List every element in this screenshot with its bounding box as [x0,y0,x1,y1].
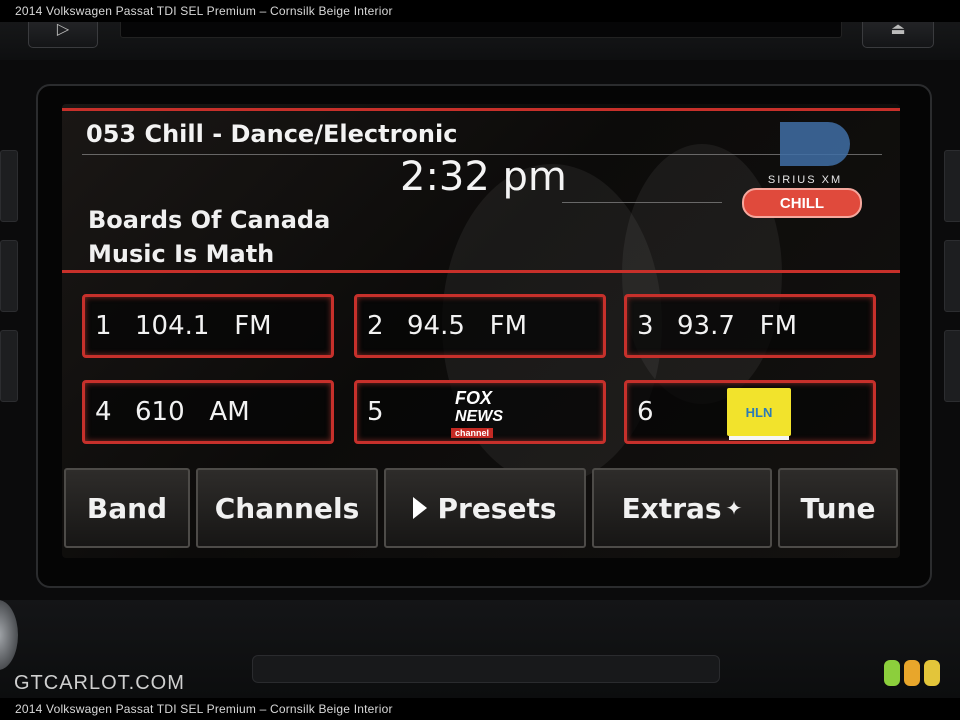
hln-logo-text: HLN [745,404,773,420]
preset-frequency: 610 AM [135,397,250,427]
artist-name: Boards Of Canada [88,206,331,234]
right-hardware-key-2[interactable] [944,240,960,312]
right-hardware-key-1[interactable] [944,150,960,222]
preset-frequency: 93.7 FM [677,311,798,341]
watermark: GTCARLOT.COM [14,672,185,694]
clock-divider [562,202,722,203]
image-caption-top: 2014 Volkswagen Passat TDI SEL Premium –… [0,0,960,22]
left-hardware-key-1[interactable] [0,150,18,222]
preset-number: 6 [637,397,654,427]
tune-button[interactable]: Tune [778,468,898,548]
preset-4-button[interactable]: 4 610 AM [82,380,334,444]
band-label: Band [86,491,168,525]
station-name: 053 Chill - Dance/Electronic [86,120,458,148]
preset-5-button[interactable]: 5 FOX NEWS channel [354,380,606,444]
left-hardware-key-3[interactable] [0,330,18,402]
dog-icon: ✦ [725,496,743,520]
preset-number: 5 [367,397,384,427]
green-dot-icon [884,660,900,686]
fox-news-logo-line3: channel [451,428,494,438]
orange-dot-icon [904,660,920,686]
extras-label: Extras [621,491,722,525]
preset-2-button[interactable]: 2 94.5 FM [354,294,606,358]
fox-news-logo-line1: FOX [455,388,493,408]
channels-button[interactable]: Channels [196,468,378,548]
presets-button[interactable]: Presets [384,468,586,548]
preset-3-button[interactable]: 3 93.7 FM [624,294,876,358]
left-hardware-key-2[interactable] [0,240,18,312]
play-triangle-icon [413,497,428,519]
chill-badge-text: CHILL [779,194,825,212]
cd-slot [252,655,720,683]
tune-label: Tune [800,491,876,525]
presets-rule [62,270,900,273]
header-rule [62,108,900,111]
preset-frequency: 94.5 FM [407,311,528,341]
preset-number: 2 [367,311,384,341]
yellow-dot-icon [924,660,940,686]
preset-frequency: 104.1 FM [135,311,272,341]
preset-1-button[interactable]: 1 104.1 FM [82,294,334,358]
band-button[interactable]: Band [64,468,190,548]
sirius-xm-label: SIRIUS XM [767,174,843,186]
channels-label: Channels [214,491,360,525]
fox-news-logo-line2: NEWS [455,408,503,425]
sirius-xm-chill-logo: SIRIUS XM CHILL [742,122,862,222]
preset-number: 4 [95,397,112,427]
chill-badge: CHILL [742,188,862,218]
watermark-badge [884,660,940,686]
right-hardware-key-3[interactable] [944,330,960,402]
preset-number: 1 [95,311,112,341]
preset-6-button[interactable]: 6 HLN [624,380,876,444]
image-caption-bottom: 2014 Volkswagen Passat TDI SEL Premium –… [0,698,960,720]
channel-art [780,122,850,166]
clock: 2:32 pm [400,154,567,200]
presets-label: Presets [437,491,557,525]
softkey-bar: Band Channels Presets Extras ✦ Tune [62,468,900,550]
hln-logo: HLN [727,388,791,436]
extras-button[interactable]: Extras ✦ [592,468,772,548]
preset-number: 3 [637,311,654,341]
song-title: Music Is Math [88,240,275,268]
fox-news-logo: FOX NEWS channel [447,384,509,440]
radio-touchscreen: 053 Chill - Dance/Electronic 2:32 pm Boa… [62,104,900,558]
